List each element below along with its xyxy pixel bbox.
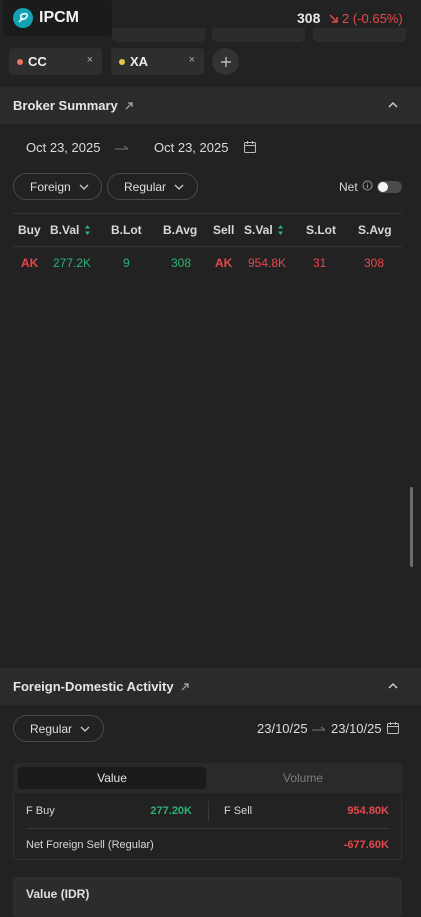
section-title: Foreign-Domestic Activity (13, 679, 174, 694)
f-sell-value: 954.80K (347, 805, 389, 817)
dropdown-label: Regular (124, 179, 167, 194)
dropdown-label: Regular (30, 721, 73, 736)
tab-value[interactable]: Value (18, 767, 206, 789)
foreign-summary-panel: F Buy 277.20K F Sell 954.80K Net Foreign… (13, 793, 402, 860)
sell-lot: 31 (313, 256, 327, 270)
broker-summary-header[interactable]: Broker Summary (0, 87, 421, 124)
buy-value: 277.2K (53, 256, 92, 270)
col-header-blot: B.Lot (111, 223, 142, 237)
arrow-right-icon (115, 145, 129, 150)
col-header-bavg: B.Avg (163, 223, 198, 237)
col-header-bval[interactable]: B.Val (50, 223, 79, 237)
chevron-down-icon (80, 726, 90, 732)
scrollbar[interactable] (410, 487, 413, 567)
ticker-badge[interactable]: IPCM (3, 0, 112, 36)
f-buy-value: 277.20K (150, 805, 192, 817)
date-to[interactable]: Oct 23, 2025 (154, 140, 228, 155)
tab-volume[interactable]: Volume (213, 767, 393, 789)
card-title: Value (IDR) (26, 887, 90, 901)
external-link-icon[interactable] (124, 101, 134, 111)
price-change: 2 (-0.65%) (329, 11, 403, 26)
chevron-down-icon (174, 184, 184, 190)
chip-dot (119, 58, 125, 65)
col-header-sell: Sell (213, 223, 235, 237)
sell-avg: 308 (364, 256, 385, 270)
board-filter-dropdown[interactable]: Regular (13, 715, 104, 742)
net-foreign-label: Net Foreign Sell (Regular) (26, 839, 154, 851)
chip-dot (17, 58, 23, 65)
add-broker-button[interactable] (212, 48, 239, 75)
partial-tab (112, 28, 205, 42)
net-foreign-value: -677.60K (343, 839, 389, 851)
sort-icon[interactable] (84, 224, 91, 236)
table-header-divider (13, 246, 402, 247)
value-idr-card: Value (IDR) (13, 877, 402, 917)
section-title: Broker Summary (13, 98, 118, 113)
buy-broker[interactable]: AK (21, 256, 38, 270)
board-filter-dropdown[interactable]: Regular (107, 173, 198, 200)
price-change-text: 2 (-0.65%) (342, 11, 403, 26)
sort-icon[interactable] (277, 224, 284, 236)
f-buy-label: F Buy (26, 805, 55, 817)
f-sell-label: F Sell (224, 805, 253, 817)
market-filter-dropdown[interactable]: Foreign (13, 173, 102, 200)
foreign-domestic-header[interactable]: Foreign-Domestic Activity (0, 668, 421, 705)
chip-label: CC (28, 54, 47, 69)
col-header-sval[interactable]: S.Val (244, 223, 273, 237)
close-icon[interactable]: × (87, 54, 93, 66)
ticker-symbol: IPCM (39, 9, 79, 26)
toggle-knob (378, 182, 388, 192)
buy-avg: 308 (171, 256, 192, 270)
net-toggle[interactable] (377, 181, 402, 193)
ticker-logo-icon (13, 8, 33, 28)
sell-value: 954.8K (248, 256, 287, 270)
chevron-up-icon[interactable] (387, 99, 399, 114)
chevron-down-icon (79, 184, 89, 190)
external-link-icon[interactable] (180, 682, 190, 692)
buy-lot: 9 (123, 256, 130, 270)
calendar-icon[interactable] (386, 721, 400, 735)
col-header-slot: S.Lot (306, 223, 336, 237)
col-header-buy: Buy (18, 223, 41, 237)
date-from[interactable]: Oct 23, 2025 (26, 140, 100, 155)
partial-tab (212, 28, 305, 42)
close-icon[interactable]: × (189, 54, 195, 66)
date-from[interactable]: 23/10/25 (257, 721, 308, 736)
dropdown-label: Foreign (30, 179, 71, 194)
chevron-up-icon[interactable] (387, 680, 399, 695)
arrow-down-right-icon (329, 13, 338, 23)
plus-icon (220, 56, 231, 67)
row-divider (26, 828, 390, 829)
arrow-right-icon (312, 726, 326, 731)
net-label: Net (339, 180, 358, 194)
chip-label: XA (130, 54, 149, 69)
info-icon[interactable] (362, 180, 373, 191)
last-price: 308 (297, 10, 321, 26)
date-to[interactable]: 23/10/25 (331, 721, 382, 736)
broker-chip-xa[interactable]: XA × (111, 48, 204, 75)
value-volume-switch: Value Volume (13, 763, 402, 793)
col-header-savg: S.Avg (358, 223, 392, 237)
partial-tab (313, 28, 406, 42)
broker-chip-cc[interactable]: CC × (9, 48, 102, 75)
sell-broker[interactable]: AK (215, 256, 232, 270)
table-top-divider (13, 213, 402, 214)
vertical-divider (208, 801, 209, 821)
calendar-icon[interactable] (243, 140, 257, 154)
